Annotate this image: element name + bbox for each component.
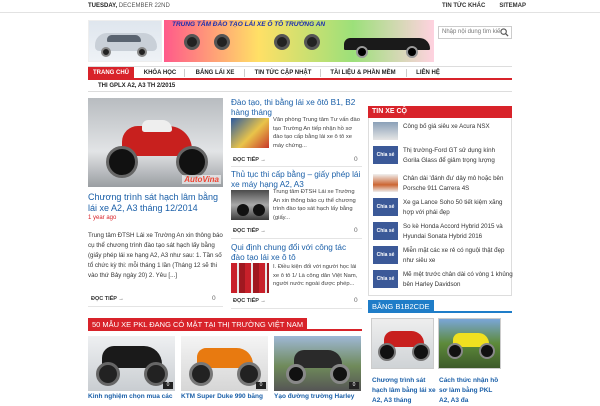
nav-thi-gplx[interactable]: THI GPLX A2, A3 TH 2/2015: [98, 80, 175, 92]
nav-lien-he[interactable]: LIÊN HỆ: [406, 67, 450, 79]
logo-car-image[interactable]: [88, 20, 162, 62]
post-excerpt: Trung tâm ĐTSH Lái xe Trường An xin thôn…: [273, 189, 356, 221]
top-link-tin-tuc-khac[interactable]: TIN TỨC KHÁC: [442, 3, 485, 9]
post-read-more[interactable]: ĐỌC TIẾP →: [233, 157, 266, 163]
post-title[interactable]: Thủ tục thi cấp bằng – giấy phép lái xe …: [231, 170, 361, 190]
bang-thumbnail[interactable]: [371, 318, 434, 369]
tin-xe-co-list: Công bố giá siêu xe Acura NSX Chia sẻ Thị…: [368, 118, 513, 296]
post-thumbnail[interactable]: [231, 263, 269, 293]
post-thumbnail[interactable]: [231, 118, 269, 148]
news-thumbnail: [373, 122, 398, 140]
comment-count[interactable]: 0: [349, 382, 359, 389]
comment-count[interactable]: 0: [163, 382, 173, 389]
pkl-thumbnail[interactable]: 0: [274, 336, 361, 391]
news-thumbnail: Chia sẻ: [373, 146, 398, 164]
nav-khoa-hoc[interactable]: KHÓA HỌC: [138, 67, 182, 79]
post-read-more[interactable]: ĐỌC TIẾP →: [233, 228, 266, 234]
pkl-section-heading: 50 MẪU XE PKL ĐANG CÓ MẶT TẠI THỊ TRƯỜNG…: [88, 318, 362, 331]
featured-read-more[interactable]: ĐỌC TIẾP →: [91, 296, 124, 302]
date-display: TUESDAY, DECEMBER 22ND: [88, 3, 170, 9]
post-comment-count[interactable]: 0: [354, 156, 358, 163]
bang-thumbnail[interactable]: [438, 318, 501, 369]
search-input[interactable]: Nhập nội dung tìm kiế: [438, 26, 512, 39]
featured-excerpt: Trung tâm ĐTSH Lái xe Trường An xin thôn…: [88, 232, 223, 279]
bang-title[interactable]: Chương trình sát hạch lâm bằng lái xe A2…: [372, 376, 436, 406]
news-thumbnail: [373, 174, 398, 192]
bang-section-heading: BẰNG B1B2CDE: [368, 300, 512, 313]
top-links: TIN TỨC KHÁC SITEMAP: [442, 0, 540, 12]
post-title[interactable]: Qui định chung đổi với công tác đào tạo …: [231, 243, 361, 263]
post-thumbnail[interactable]: [231, 190, 269, 220]
nav-tai-lieu-phan-mem[interactable]: TÀI LIỆU & PHẦN MỀM: [322, 67, 404, 79]
top-bar: TUESDAY, DECEMBER 22ND TIN TỨC KHÁC SITEM…: [0, 0, 600, 13]
post-excerpt: Văn phòng Trung tâm Tư vấn đào tạo Trườn…: [273, 117, 360, 149]
post-excerpt: I. Điều kiện đối với người học lái xe ô …: [273, 264, 358, 287]
sports-car-image: [344, 32, 430, 58]
search-icon[interactable]: [500, 28, 509, 37]
sub-nav: THI GPLX A2, A3 TH 2/2015: [88, 80, 512, 92]
post-read-more[interactable]: ĐỌC TIẾP →: [233, 298, 266, 304]
header-banner: TRUNG TÂM ĐÀO TẠO LÁI XE Ô TÔ TRƯỜNG AN: [88, 20, 434, 62]
comment-count[interactable]: 0: [256, 382, 266, 389]
featured-comment-count[interactable]: 0: [212, 295, 216, 302]
autovina-logo: AutoVina: [182, 175, 221, 184]
featured-title[interactable]: Chương trình sát hạch lâm bằng lái xe A2…: [88, 192, 228, 214]
nav-bang-lai-xe[interactable]: BẢNG LÁI XE: [188, 67, 242, 79]
nav-trang-chu[interactable]: TRANG CHỦ: [88, 67, 134, 79]
banner-image[interactable]: TRUNG TÂM ĐÀO TẠO LÁI XE Ô TÔ TRƯỜNG AN: [164, 20, 434, 62]
nav-tin-tuc-cap-nhat[interactable]: TIN TỨC CẬP NHẬT: [248, 67, 318, 79]
featured-time: 1 year ago: [88, 215, 117, 221]
tin-xe-co-heading: TIN XE CỘ: [368, 106, 512, 118]
post-comment-count[interactable]: 0: [354, 297, 358, 304]
pkl-thumbnail[interactable]: 0: [88, 336, 175, 391]
post-title[interactable]: Đào tạo, thi bằng lái xe ôtô B1, B2 hàng…: [231, 98, 361, 118]
news-thumbnail: Chia sẻ: [373, 270, 398, 288]
post-comment-count[interactable]: 0: [354, 227, 358, 234]
news-thumbnail: Chia sẻ: [373, 246, 398, 264]
news-thumbnail: Chia sẻ: [373, 222, 398, 240]
news-thumbnail: Chia sẻ: [373, 198, 398, 216]
motorcycle-image: [102, 112, 212, 182]
bang-title[interactable]: Cách thức nhận hồ sơ làm bằng PKL A2, A3…: [439, 376, 503, 406]
pkl-thumbnail[interactable]: 0: [181, 336, 268, 391]
banner-text: TRUNG TÂM ĐÀO TẠO LÁI XE Ô TÔ TRƯỜNG AN: [172, 21, 326, 28]
main-nav: TRANG CHỦ KHÓA HỌC BẢNG LÁI XE TIN TỨC C…: [88, 66, 512, 80]
featured-image[interactable]: AutoVina: [88, 98, 223, 187]
top-link-sitemap[interactable]: SITEMAP: [499, 3, 526, 9]
